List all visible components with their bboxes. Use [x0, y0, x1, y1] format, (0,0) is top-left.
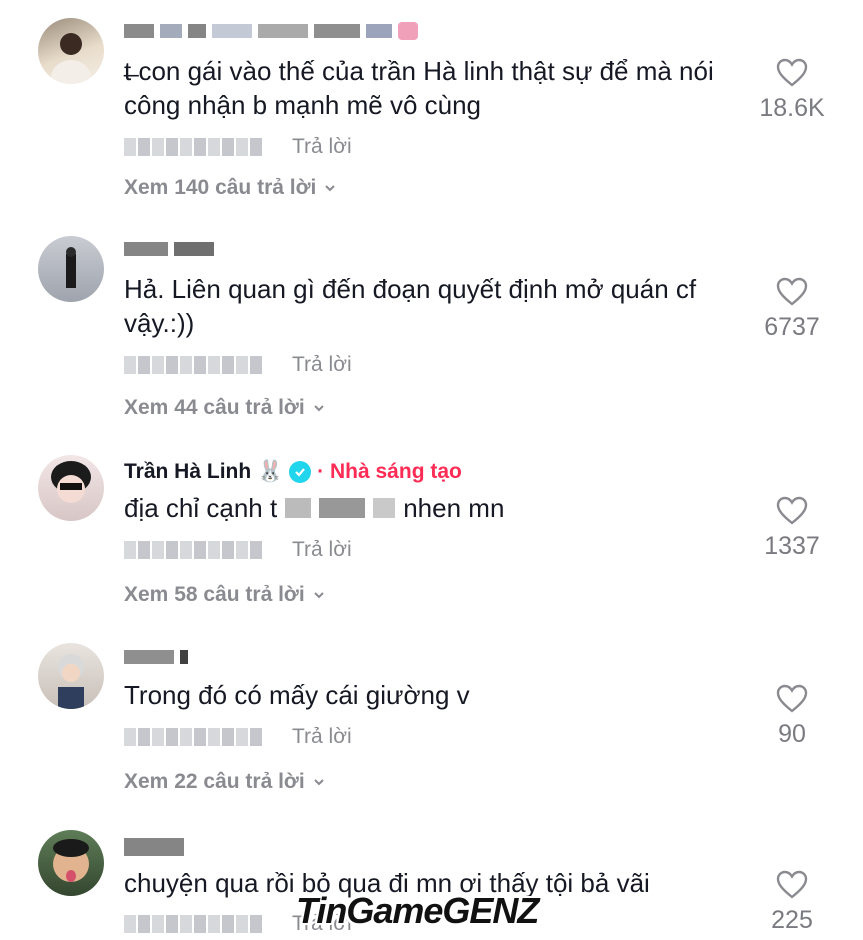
comment-text-prefix: địa chỉ cạnh t	[124, 493, 278, 523]
username[interactable]: Trần Hà Linh 🐰 · Nhà sáng tạo	[124, 460, 462, 484]
view-replies-label: Xem 44 câu trả lời	[124, 396, 305, 419]
comment-text: Trong đó có mấy cái giường v	[124, 680, 470, 710]
comment-text: Hả. Liên quan gì đến đoạn quyết định mở …	[124, 274, 697, 338]
view-replies-label: Xem 58 câu trả lời	[124, 583, 305, 606]
avatar[interactable]	[38, 830, 104, 896]
avatar[interactable]	[38, 236, 104, 302]
date-redacted	[124, 728, 262, 746]
username[interactable]	[124, 650, 188, 664]
creator-badge: · Nhà sáng tạo	[317, 460, 462, 483]
reply-button[interactable]: Trả lời	[292, 538, 352, 562]
like-button[interactable]: 1337	[750, 496, 834, 561]
chevron-down-icon	[325, 185, 336, 192]
like-button[interactable]: 18.6K	[750, 58, 834, 123]
view-replies-button[interactable]: Xem 22 câu trả lời	[124, 770, 325, 794]
username[interactable]	[124, 22, 418, 40]
heart-outline-icon	[776, 684, 808, 713]
username-text: Trần Hà Linh 🐰	[124, 460, 284, 483]
chevron-down-icon	[313, 592, 324, 599]
comment-meta: Trả lời	[124, 725, 352, 749]
avatar-image	[66, 247, 76, 288]
date-redacted	[124, 915, 262, 933]
heart-outline-icon	[776, 496, 808, 525]
comment-text-suffix: nhen mn	[403, 493, 505, 523]
date-redacted	[124, 541, 262, 559]
like-count: 18.6K	[759, 94, 825, 122]
like-count: 1337	[764, 532, 820, 560]
reply-button[interactable]: Trả lời	[292, 725, 352, 749]
comment-meta: Trả lời	[124, 135, 352, 159]
view-replies-button[interactable]: Xem 44 câu trả lời	[124, 396, 325, 420]
chevron-down-icon	[313, 779, 324, 786]
avatar-image	[58, 654, 84, 709]
avatar-image	[51, 33, 91, 84]
comment-text: t̶ con gái vào thế của trần Hà linh thật…	[124, 56, 714, 120]
like-count: 6737	[764, 313, 820, 341]
like-button[interactable]: 90	[750, 684, 834, 749]
avatar[interactable]	[38, 455, 104, 521]
avatar[interactable]	[38, 643, 104, 709]
heart-outline-icon	[776, 870, 808, 899]
watermark-logo: TinGameGENZ	[296, 890, 539, 931]
reply-button[interactable]: Trả lời	[292, 135, 352, 159]
like-button[interactable]: 225	[750, 870, 834, 935]
comment-meta: Trả lời	[124, 353, 352, 377]
avatar-image	[53, 839, 89, 882]
view-replies-label: Xem 140 câu trả lời	[124, 176, 317, 199]
view-replies-button[interactable]: Xem 140 câu trả lời	[124, 176, 336, 200]
heart-outline-icon	[776, 58, 808, 87]
username[interactable]	[124, 242, 214, 256]
username[interactable]	[124, 838, 184, 856]
view-replies-label: Xem 22 câu trả lời	[124, 770, 305, 793]
comment-text: địa chỉ cạnh t nhen mn	[124, 491, 734, 525]
like-button[interactable]: 6737	[750, 277, 834, 342]
avatar-image	[51, 461, 91, 503]
like-count: 225	[771, 906, 813, 934]
heart-outline-icon	[776, 277, 808, 306]
date-redacted	[124, 138, 262, 156]
like-count: 90	[778, 720, 806, 748]
avatar[interactable]	[38, 18, 104, 84]
chevron-down-icon	[313, 405, 324, 412]
comment-meta: Trả lời	[124, 538, 352, 562]
verified-check-icon	[289, 461, 312, 483]
view-replies-button[interactable]: Xem 58 câu trả lời	[124, 583, 325, 607]
reply-button[interactable]: Trả lời	[292, 353, 352, 377]
date-redacted	[124, 356, 262, 374]
